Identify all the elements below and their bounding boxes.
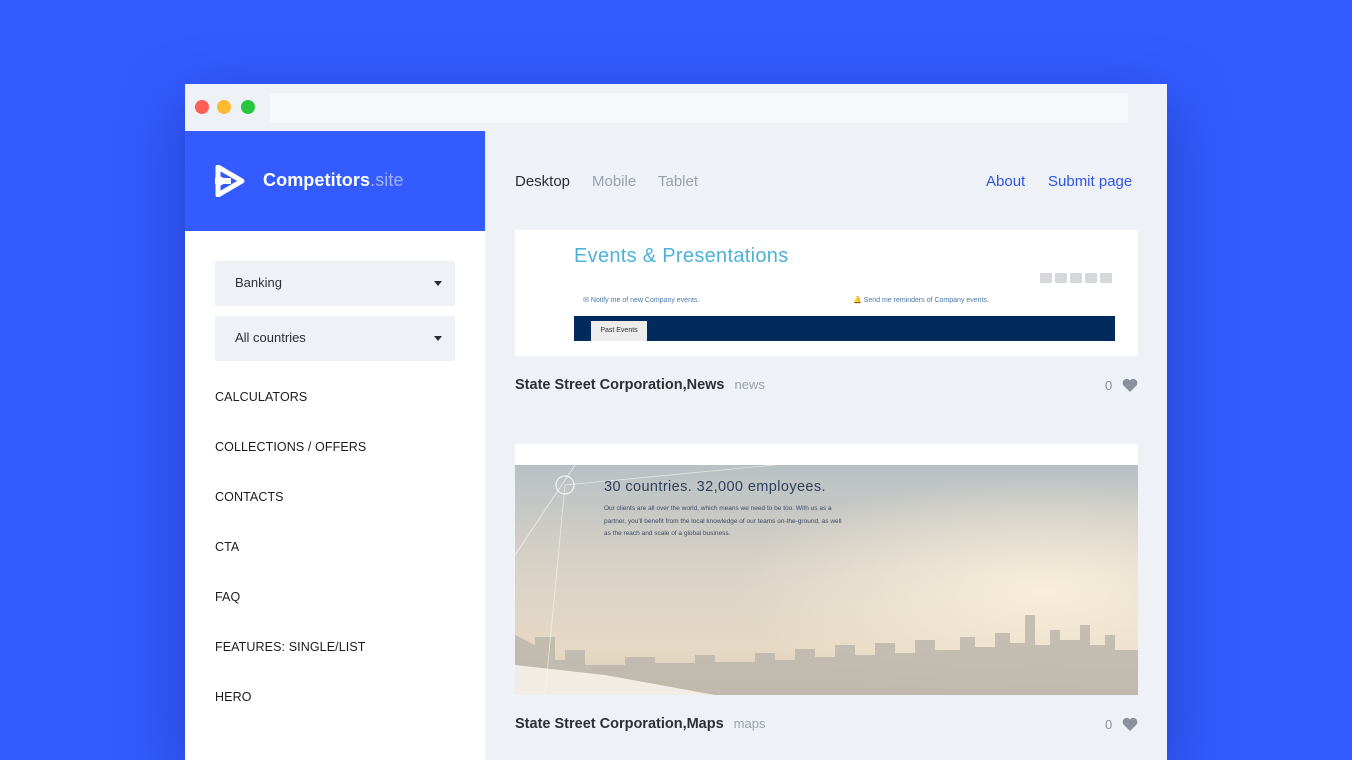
preview-tab: Past Events <box>591 321 647 341</box>
preview-toolbar <box>1040 273 1112 283</box>
print-icon <box>1070 273 1082 283</box>
category-features[interactable]: FEATURES: SINGLE/LIST <box>215 640 366 690</box>
preview-heading: 30 countries. 32,000 employees. <box>604 479 826 495</box>
tab-desktop[interactable]: Desktop <box>515 173 570 190</box>
like-count: 0 <box>1105 378 1113 393</box>
submit-page-link[interactable]: Submit page <box>1048 173 1132 190</box>
category-collections-offers[interactable]: COLLECTIONS / OFFERS <box>215 440 366 490</box>
maximize-window-button[interactable] <box>241 100 255 114</box>
country-select-value: All countries <box>235 330 306 345</box>
close-window-button[interactable] <box>195 100 209 114</box>
email-icon <box>1040 273 1052 283</box>
sidebar: Competitors.site Banking All countries C… <box>185 131 485 760</box>
preview-navbar <box>574 316 1115 341</box>
card-tag[interactable]: news <box>735 377 765 392</box>
plus-icon <box>1100 273 1112 283</box>
brand-header[interactable]: Competitors.site <box>185 131 485 231</box>
like-count: 0 <box>1105 717 1113 732</box>
caret-down-icon <box>434 336 442 341</box>
rss-icon <box>1085 273 1097 283</box>
minimize-window-button[interactable] <box>217 100 231 114</box>
category-calculators[interactable]: CALCULATORS <box>215 390 366 440</box>
screenshot-card-maps[interactable]: 30 countries. 32,000 employees. Our clie… <box>515 444 1138 695</box>
tab-mobile[interactable]: Mobile <box>592 173 636 190</box>
industry-select[interactable]: Banking <box>215 261 455 306</box>
city-skyline-image <box>515 465 1138 695</box>
category-list: CALCULATORS COLLECTIONS / OFFERS CONTACT… <box>215 390 366 740</box>
heart-icon[interactable] <box>1122 717 1138 731</box>
caret-down-icon <box>434 281 442 286</box>
about-link[interactable]: About <box>986 173 1025 190</box>
tab-tablet[interactable]: Tablet <box>658 173 698 190</box>
card-title[interactable]: State Street Corporation,Maps maps <box>515 716 765 732</box>
country-select[interactable]: All countries <box>215 316 455 361</box>
brand-name: Competitors.site <box>263 170 404 190</box>
preview-body: Our clients are all over the world, whic… <box>604 505 842 537</box>
pdf-icon <box>1055 273 1067 283</box>
screenshot-card-news[interactable]: Events & Presentations ✉ Notify me of ne… <box>515 230 1138 356</box>
category-contacts[interactable]: CONTACTS <box>215 490 366 540</box>
industry-select-value: Banking <box>235 275 282 290</box>
category-faq[interactable]: FAQ <box>215 590 366 640</box>
browser-titlebar <box>185 84 1167 131</box>
card-tag[interactable]: maps <box>734 716 766 731</box>
preview-remind: 🔔 Send me reminders of Company events. <box>853 297 989 304</box>
address-bar[interactable] <box>270 93 1128 123</box>
card-title[interactable]: State Street Corporation,News news <box>515 377 765 393</box>
heart-icon[interactable] <box>1122 378 1138 392</box>
preview-notify: ✉ Notify me of new Company events. <box>583 297 700 304</box>
preview-heading: Events & Presentations <box>574 245 789 267</box>
category-hero[interactable]: HERO <box>215 690 366 740</box>
browser-window: Competitors.site Banking All countries C… <box>185 84 1167 760</box>
category-cta[interactable]: CTA <box>215 540 366 590</box>
play-arrow-icon <box>215 165 245 197</box>
